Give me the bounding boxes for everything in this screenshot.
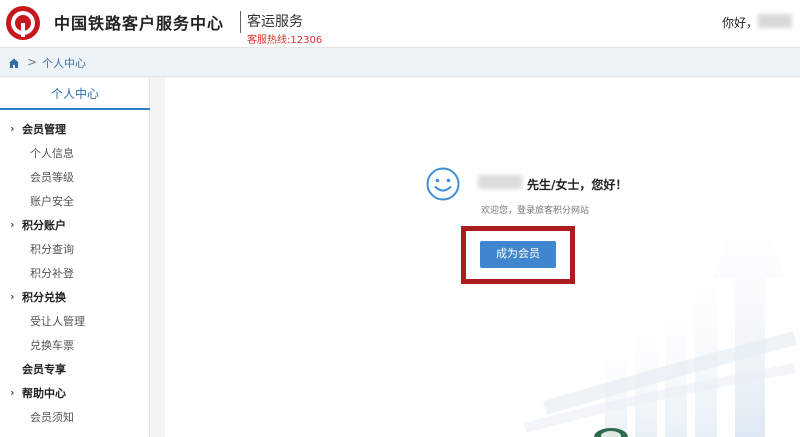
sidebar-group-0[interactable]: 会员管理 bbox=[0, 117, 150, 142]
brand-title[interactable]: 中国铁路客户服务中心 bbox=[54, 10, 224, 34]
breadcrumb: > 个人中心 bbox=[0, 49, 800, 77]
sidebar-item-1[interactable]: 个人信息 bbox=[0, 142, 150, 166]
welcome-message: 先生/女士，您好！ bbox=[527, 178, 628, 192]
sidebar: 个人中心 会员管理个人信息会员等级账户安全积分账户积分查询积分补登积分兑换受让人… bbox=[0, 78, 150, 437]
user-name-redacted[interactable] bbox=[758, 14, 792, 28]
brand-subtitle: 客运服务 bbox=[247, 14, 303, 30]
smiley-face-icon bbox=[426, 167, 460, 201]
become-member-button[interactable]: 成为会员 bbox=[480, 241, 556, 268]
sidebar-item-3[interactable]: 账户安全 bbox=[0, 190, 150, 214]
top-header: 中国铁路客户服务中心 客运服务 客服热线:12306 你好， bbox=[0, 0, 800, 48]
breadcrumb-separator: > bbox=[27, 55, 38, 69]
sidebar-item-6[interactable]: 积分补登 bbox=[0, 262, 150, 286]
home-icon[interactable] bbox=[8, 57, 20, 69]
sidebar-group-7[interactable]: 积分兑换 bbox=[0, 285, 150, 310]
user-greeting: 你好， bbox=[722, 16, 759, 30]
sidebar-item-12[interactable]: 会员须知 bbox=[0, 406, 150, 430]
member-name-redacted bbox=[478, 175, 522, 189]
sidebar-group-11[interactable]: 帮助中心 bbox=[0, 381, 150, 406]
main-panel: 先生/女士，您好！ 欢迎您，登录旅客积分网站 成为会员 bbox=[165, 78, 800, 437]
service-hotline: 客服热线:12306 bbox=[247, 35, 323, 46]
sidebar-item-9[interactable]: 兑换车票 bbox=[0, 334, 150, 358]
sidebar-item-5[interactable]: 积分查询 bbox=[0, 238, 150, 262]
railway-logo-icon[interactable] bbox=[6, 6, 40, 40]
sidebar-item-2[interactable]: 会员等级 bbox=[0, 166, 150, 190]
breadcrumb-current[interactable]: 个人中心 bbox=[42, 55, 86, 71]
sidebar-item-8[interactable]: 受让人管理 bbox=[0, 310, 150, 334]
sidebar-group-4[interactable]: 积分账户 bbox=[0, 213, 150, 238]
sidebar-title[interactable]: 个人中心 bbox=[0, 78, 150, 110]
sidebar-group-10[interactable]: 会员专享 bbox=[0, 358, 150, 382]
welcome-note: 欢迎您，登录旅客积分网站 bbox=[481, 206, 590, 216]
brand-divider bbox=[240, 11, 241, 33]
